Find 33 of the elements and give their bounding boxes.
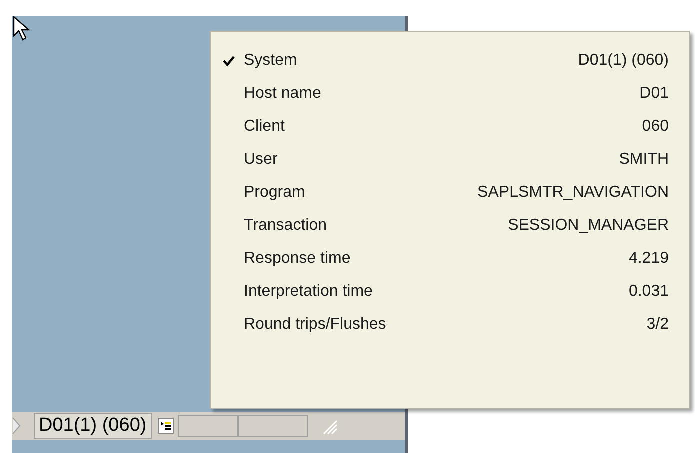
item-label: Round trips/Flushes — [244, 314, 386, 334]
item-value: 0.031 — [628, 282, 669, 302]
item-value: SAPLSMTR_NAVIGATION — [478, 182, 669, 202]
status-field — [238, 415, 308, 437]
item-label: System — [244, 50, 298, 70]
menu-item[interactable]: Program SAPLSMTR_NAVIGATION — [211, 176, 689, 209]
mouse-pointer-icon — [12, 16, 32, 44]
item-label: User — [244, 150, 278, 170]
item-value: 3/2 — [646, 314, 669, 334]
menu-item[interactable]: System D01(1) (060) — [211, 44, 689, 77]
menu-item[interactable]: Response time 4.219 — [211, 242, 689, 275]
item-value: 4.219 — [628, 248, 669, 268]
menu-item[interactable]: Interpretation time 0.031 — [211, 275, 689, 308]
menu-item[interactable]: Round trips/Flushes 3/2 — [211, 308, 689, 341]
menu-item[interactable]: User SMITH — [211, 143, 689, 176]
item-label: Interpretation time — [244, 282, 373, 302]
item-value: D01 — [640, 84, 669, 104]
item-value: 060 — [642, 116, 669, 136]
menu-item[interactable]: Transaction SESSION_MANAGER — [211, 209, 689, 242]
item-label: Program — [244, 182, 306, 202]
status-field — [178, 415, 238, 437]
menu-item[interactable]: Host name D01 — [211, 77, 689, 110]
item-label: Client — [244, 116, 285, 136]
item-label: Host name — [244, 84, 322, 104]
item-value: SESSION_MANAGER — [508, 216, 669, 236]
system-info-field: D01(1) (060) — [34, 413, 152, 439]
item-value: D01(1) (060) — [578, 50, 669, 70]
menu-item[interactable]: Client 060 — [211, 110, 689, 143]
item-value: SMITH — [619, 150, 669, 170]
item-label: Response time — [244, 248, 351, 268]
expand-arrow-icon — [12, 416, 22, 436]
session-list-icon[interactable] — [158, 418, 174, 434]
item-label: Transaction — [244, 216, 327, 236]
